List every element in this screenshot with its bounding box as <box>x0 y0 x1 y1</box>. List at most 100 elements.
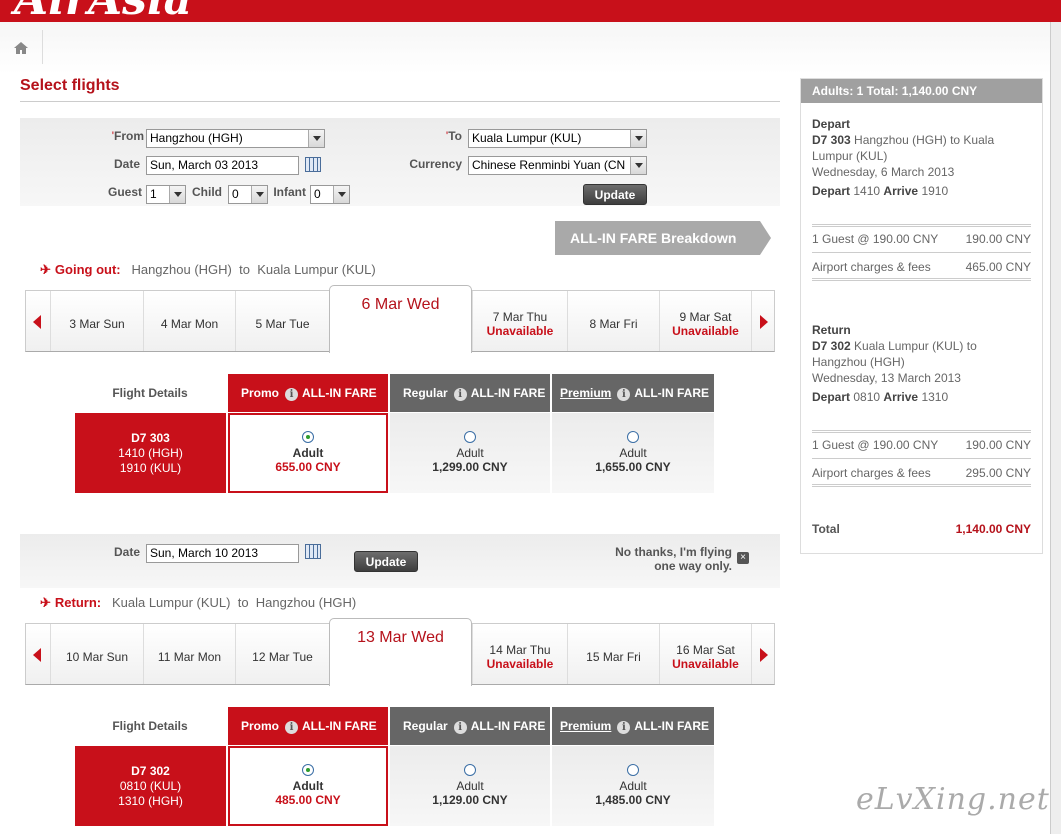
fare-radio[interactable] <box>464 431 476 443</box>
chevron-down-icon <box>308 130 324 147</box>
info-icon[interactable]: i <box>285 721 299 734</box>
depart-date-field[interactable]: Sun, March 03 2013 <box>146 156 299 175</box>
chevron-down-icon <box>630 157 646 174</box>
fare-breakdown-button[interactable]: ALL-IN FARE Breakdown <box>555 221 760 255</box>
info-icon[interactable]: i <box>285 388 299 401</box>
window-edge <box>1050 22 1061 834</box>
next-dates-button[interactable] <box>751 291 775 351</box>
premium-link[interactable]: Premium <box>560 386 611 400</box>
summary-guest-row: 1 Guest @ 190.00 CNY 190.00 CNY <box>812 438 1031 452</box>
summary-fees-row: Airport charges & fees 465.00 CNY <box>812 260 1031 274</box>
from-select[interactable]: Hangzhou (HGH) <box>146 129 325 148</box>
fare-radio[interactable] <box>627 764 639 776</box>
fare-header-regular: Regular i ALL-IN FARE <box>390 374 550 412</box>
date-tab[interactable]: 11 Mar Mon <box>143 624 235 684</box>
infant-label: Infant <box>273 185 306 199</box>
chevron-down-icon <box>169 186 185 203</box>
summary-divider <box>812 484 1031 487</box>
arrow-left-icon <box>33 315 41 329</box>
fare-option-premium[interactable]: Adult 1,655.00 CNY <box>552 413 714 493</box>
guest-select[interactable]: 1 <box>146 185 186 204</box>
flight-details-header: Flight Details <box>112 386 188 400</box>
arrow-right-icon <box>760 648 768 662</box>
date-tab[interactable]: 8 Mar Fri <box>567 291 659 351</box>
summary-divider <box>812 278 1031 281</box>
nav-strip <box>0 22 1050 74</box>
to-select[interactable]: Kuala Lumpur (KUL) <box>468 129 647 148</box>
date-label: Date <box>113 157 140 171</box>
to-label: 'To <box>445 129 462 143</box>
fare-radio[interactable] <box>302 764 314 776</box>
plane-depart-icon: ✈ <box>40 262 51 277</box>
date-tab[interactable]: 4 Mar Mon <box>143 291 235 351</box>
flight-info-box: D7 302 0810 (KUL) 1310 (HGH) <box>75 746 226 826</box>
date-tab[interactable]: 9 Mar Sat Unavailable <box>659 291 751 351</box>
airasia-logo[interactable]: AirAsia <box>14 0 192 22</box>
fare-radio[interactable] <box>302 431 314 443</box>
date-tab[interactable]: 15 Mar Fri <box>567 624 659 684</box>
prev-dates-button[interactable] <box>26 291 50 351</box>
date-tab-selected[interactable]: 13 Mar Wed <box>329 618 472 686</box>
date-tab[interactable]: 16 Mar Sat Unavailable <box>659 624 751 684</box>
outbound-date-carousel: 3 Mar Sun 4 Mar Mon 5 Mar Tue 6 Mar Wed … <box>25 285 775 353</box>
date-tab[interactable]: 12 Mar Tue <box>235 624 329 684</box>
fare-option-premium[interactable]: Adult 1,485.00 CNY <box>552 746 714 826</box>
date-tab[interactable]: 14 Mar Thu Unavailable <box>472 624 567 684</box>
infant-select[interactable]: 0 <box>310 185 350 204</box>
prev-dates-button[interactable] <box>26 624 50 684</box>
home-icon[interactable] <box>13 40 29 56</box>
fare-radio[interactable] <box>627 431 639 443</box>
summary-depart: Depart D7 303 Hangzhou (HGH) to Kuala Lu… <box>812 117 995 198</box>
guest-label: Guest <box>107 185 142 199</box>
child-label: Child <box>192 185 222 199</box>
fare-option-regular[interactable]: Adult 1,299.00 CNY <box>390 413 550 493</box>
fare-option-promo[interactable]: Adult 485.00 CNY <box>228 746 388 826</box>
outbound-route: ✈ Going out: Hangzhou (HGH) to Kuala Lump… <box>40 262 376 277</box>
return-date-carousel: 10 Mar Sun 11 Mar Mon 12 Mar Tue 13 Mar … <box>25 618 775 686</box>
return-date-field[interactable]: Sun, March 10 2013 <box>146 544 299 563</box>
info-icon[interactable]: i <box>617 721 631 734</box>
fare-option-regular[interactable]: Adult 1,129.00 CNY <box>390 746 550 826</box>
chevron-down-icon <box>251 186 267 203</box>
update-button[interactable]: Update <box>583 184 647 205</box>
child-select[interactable]: 0 <box>228 185 268 204</box>
title-divider <box>20 101 780 102</box>
next-dates-button[interactable] <box>751 624 775 684</box>
date-tab[interactable]: 3 Mar Sun <box>50 291 143 351</box>
info-icon[interactable]: i <box>453 721 467 734</box>
from-label: 'From <box>111 129 144 143</box>
date-tab[interactable]: 5 Mar Tue <box>235 291 329 351</box>
return-update-button[interactable]: Update <box>354 551 418 572</box>
currency-select[interactable]: Chinese Renminbi Yuan (CN <box>468 156 647 175</box>
info-icon[interactable]: i <box>617 388 631 401</box>
summary-header: Adults: 1 Total: 1,140.00 CNY <box>801 79 1042 103</box>
info-icon[interactable]: i <box>453 388 467 401</box>
date-tab[interactable]: 7 Mar Thu Unavailable <box>472 291 567 351</box>
watermark: eLvXing.net <box>856 782 1050 817</box>
date-tab-selected[interactable]: 6 Mar Wed <box>329 285 472 353</box>
summary-return: Return D7 302 Kuala Lumpur (KUL) to Hang… <box>812 323 977 404</box>
return-route: ✈ Return: Kuala Lumpur (KUL) to Hangzhou … <box>40 595 357 610</box>
summary-divider <box>812 224 1031 227</box>
close-icon[interactable]: × <box>737 552 749 564</box>
summary-guest-row: 1 Guest @ 190.00 CNY 190.00 CNY <box>812 232 1031 246</box>
top-brand-bar: AirAsia <box>0 0 1061 22</box>
calendar-icon[interactable] <box>305 157 321 172</box>
chevron-down-icon <box>333 186 349 203</box>
plane-arrive-icon: ✈ <box>40 595 51 610</box>
summary-total-row: Total 1,140.00 CNY <box>812 522 1031 536</box>
date-tab[interactable]: 10 Mar Sun <box>50 624 143 684</box>
fare-header-promo: Promo i ALL-IN FARE <box>228 374 388 412</box>
fare-option-promo[interactable]: Adult 655.00 CNY <box>228 413 388 493</box>
fare-header-premium: Premium i ALL-IN FARE <box>552 707 714 745</box>
calendar-icon[interactable] <box>305 544 321 559</box>
fare-header-premium: Premium i ALL-IN FARE <box>552 374 714 412</box>
flight-details-header: Flight Details <box>112 719 188 733</box>
premium-link[interactable]: Premium <box>560 719 611 733</box>
nav-divider <box>42 30 43 64</box>
summary-fees-row: Airport charges & fees 295.00 CNY <box>812 466 1031 480</box>
breakdown-arrow-icon <box>760 221 771 255</box>
summary-divider <box>812 252 1031 253</box>
fare-radio[interactable] <box>464 764 476 776</box>
return-date-label: Date <box>113 545 140 559</box>
